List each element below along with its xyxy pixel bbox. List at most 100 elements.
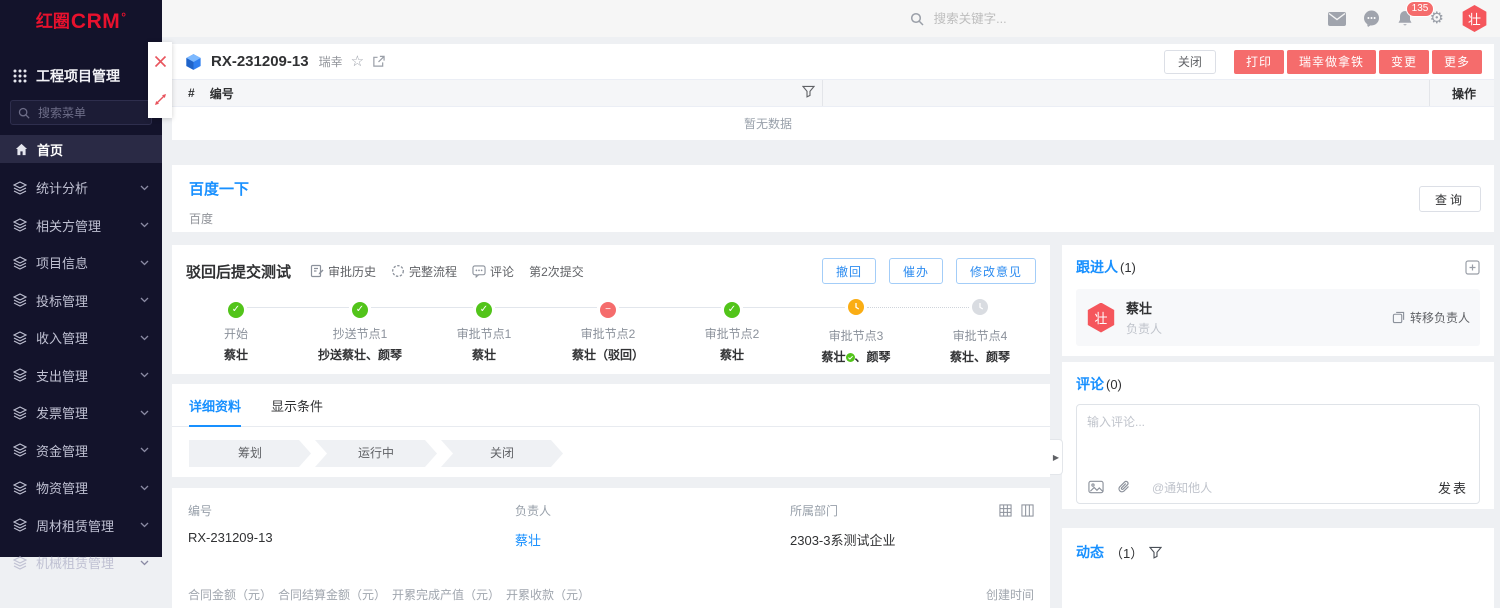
topbar: 135 ⚙ 壮 — [162, 0, 1500, 38]
comment-link[interactable]: 评论 — [472, 263, 514, 280]
sidebar-menu: 统计分析相关方管理项目信息投标管理收入管理支出管理发票管理资金管理物资管理周材租… — [0, 169, 162, 582]
chevron-down-icon — [140, 372, 149, 378]
custom-action-button[interactable]: 瑞幸做拿铁 — [1287, 50, 1376, 74]
sidebar-search[interactable] — [10, 100, 152, 125]
detail-field-link[interactable]: 蔡壮 — [515, 530, 790, 549]
tab-detail[interactable]: 详细资料 — [189, 396, 241, 427]
chevron-down-icon — [140, 260, 149, 266]
sidebar-item[interactable]: 机械租赁管理 — [0, 544, 162, 582]
baidu-card: 百度一下 百度 查询 — [172, 165, 1494, 232]
column-index: # — [172, 86, 195, 100]
step-rejected-icon: − — [600, 302, 616, 318]
activity-title[interactable]: 动态 — [1076, 542, 1104, 562]
sidebar-item[interactable]: 投标管理 — [0, 282, 162, 320]
filter-funnel-icon[interactable] — [802, 85, 815, 98]
detail-tabs-card: 详细资料 显示条件 筹划运行中关闭 — [172, 384, 1050, 477]
publish-button[interactable]: 发表 — [1438, 478, 1468, 497]
comments-card: 评论 (0) @通知他人 发表 — [1062, 362, 1494, 509]
attachment-paperclip-icon[interactable] — [1117, 480, 1131, 495]
transfer-owner-button[interactable]: 转移负责人 — [1392, 309, 1470, 326]
follower-row: 壮 蔡壮 负责人 转移负责人 — [1076, 289, 1480, 346]
full-process-label: 完整流程 — [409, 263, 457, 280]
more-button[interactable]: 更多 — [1432, 50, 1482, 74]
panel-collapse-handle[interactable]: ▶ — [1050, 439, 1063, 475]
chevron-down-icon — [140, 410, 149, 416]
close-icon[interactable] — [154, 55, 167, 68]
chevron-down-icon — [140, 560, 149, 566]
workflow-step: 审批节点4蔡壮、颜琴 — [918, 299, 1042, 365]
sidebar-item[interactable]: 收入管理 — [0, 319, 162, 357]
insert-image-icon[interactable] — [1088, 480, 1104, 494]
chevron-down-icon — [140, 222, 149, 228]
sidebar-search-input[interactable] — [36, 105, 144, 121]
record-title: RX-231209-13 — [211, 53, 309, 70]
star-favorite-icon[interactable]: ☆ — [351, 54, 364, 70]
sidebar-item[interactable]: 物资管理 — [0, 469, 162, 507]
withdraw-button[interactable]: 撤回 — [822, 258, 876, 284]
sidebar-item[interactable]: 项目信息 — [0, 244, 162, 282]
sidebar-item[interactable]: 周材租赁管理 — [0, 507, 162, 545]
step-done-icon: ✓ — [228, 302, 244, 318]
sidebar-item-home[interactable]: 首页 — [0, 135, 162, 163]
change-button[interactable]: 变更 — [1379, 50, 1429, 74]
modify-opinion-button[interactable]: 修改意见 — [956, 258, 1036, 284]
search-icon — [910, 12, 924, 26]
full-process-link[interactable]: 完整流程 — [391, 263, 457, 280]
baidu-link[interactable]: 百度一下 — [172, 165, 1494, 199]
activity-count: （1） — [1110, 543, 1143, 562]
record-tag: 瑞幸 — [319, 53, 343, 70]
record-cube-icon — [184, 52, 203, 72]
logo-brand: 红圈 — [36, 12, 70, 32]
member-role: 负责人 — [1126, 320, 1162, 337]
sidebar-item[interactable]: 发票管理 — [0, 394, 162, 432]
expand-diagonal-icon[interactable] — [154, 93, 167, 106]
notifications-bell-icon[interactable]: 135 — [1397, 10, 1413, 27]
sidebar-item[interactable]: 资金管理 — [0, 432, 162, 470]
comments-title[interactable]: 评论 — [1076, 374, 1104, 394]
workflow-card: 驳回后提交测试 审批历史 完整流程 评论 第2次提交 撤回 催办 — [172, 245, 1050, 374]
external-link-icon[interactable] — [372, 55, 385, 68]
tab-display-condition[interactable]: 显示条件 — [271, 396, 323, 426]
activity-card: 动态 （1） — [1062, 528, 1494, 608]
mention-placeholder[interactable]: @通知他人 — [1152, 479, 1212, 496]
comment-input[interactable] — [1077, 405, 1479, 465]
followers-title[interactable]: 跟进人 — [1076, 257, 1118, 277]
comment-link-label: 评论 — [490, 263, 514, 280]
workflow-step: ✓抄送节点1抄送蔡壮、颜琴 — [298, 299, 422, 365]
apps-grid-icon — [13, 69, 27, 83]
close-record-button[interactable]: 关闭 — [1164, 50, 1216, 74]
member-avatar: 壮 — [1086, 303, 1116, 333]
detail-field: 所属部门2303-3系测试企业 — [790, 502, 1034, 549]
logo-mark: ° — [121, 12, 126, 22]
app-switcher[interactable]: 工程项目管理 — [0, 60, 162, 92]
step-done-icon: ✓ — [352, 302, 368, 318]
workflow-step: 审批节点3蔡壮、颜琴 — [794, 299, 918, 365]
chevron-down-icon — [140, 485, 149, 491]
urge-button[interactable]: 催办 — [889, 258, 943, 284]
sidebar-item[interactable]: 统计分析 — [0, 169, 162, 207]
print-button[interactable]: 打印 — [1234, 50, 1284, 74]
table-view-icon[interactable] — [999, 504, 1012, 517]
app-title: 工程项目管理 — [36, 66, 120, 86]
detail-field: 编号RX-231209-13 — [188, 502, 515, 549]
record-card: RX-231209-13 瑞幸 ☆ 关闭 打印 瑞幸做拿铁 变更 更多 # 编号 — [172, 44, 1494, 140]
mail-icon[interactable] — [1328, 12, 1346, 26]
column-number: 编号 — [210, 85, 234, 102]
chat-icon[interactable] — [1363, 10, 1380, 27]
column-view-icon[interactable] — [1021, 504, 1034, 517]
stage-chevron[interactable]: 关闭 — [441, 440, 563, 467]
baidu-subtitle: 百度 — [172, 199, 1494, 227]
avatar[interactable]: 壮 — [1461, 5, 1488, 32]
sidebar-item[interactable]: 支出管理 — [0, 357, 162, 395]
approval-history-link[interactable]: 审批历史 — [310, 263, 376, 280]
stage-chevron[interactable]: 筹划 — [189, 440, 311, 467]
add-follower-icon[interactable] — [1465, 260, 1480, 275]
global-search[interactable] — [910, 11, 1106, 27]
global-search-input[interactable] — [932, 11, 1106, 27]
settings-gear-icon[interactable]: ⚙ — [1430, 11, 1444, 27]
sidebar-item[interactable]: 相关方管理 — [0, 207, 162, 245]
stage-chevron[interactable]: 运行中 — [315, 440, 437, 467]
sidebar: 红圈 CRM ° 工程项目管理 首页 统计分析相关方管理项目信息投标管理收入管理… — [0, 0, 162, 557]
query-button[interactable]: 查询 — [1419, 186, 1481, 212]
app-logo: 红圈 CRM ° — [0, 0, 162, 60]
